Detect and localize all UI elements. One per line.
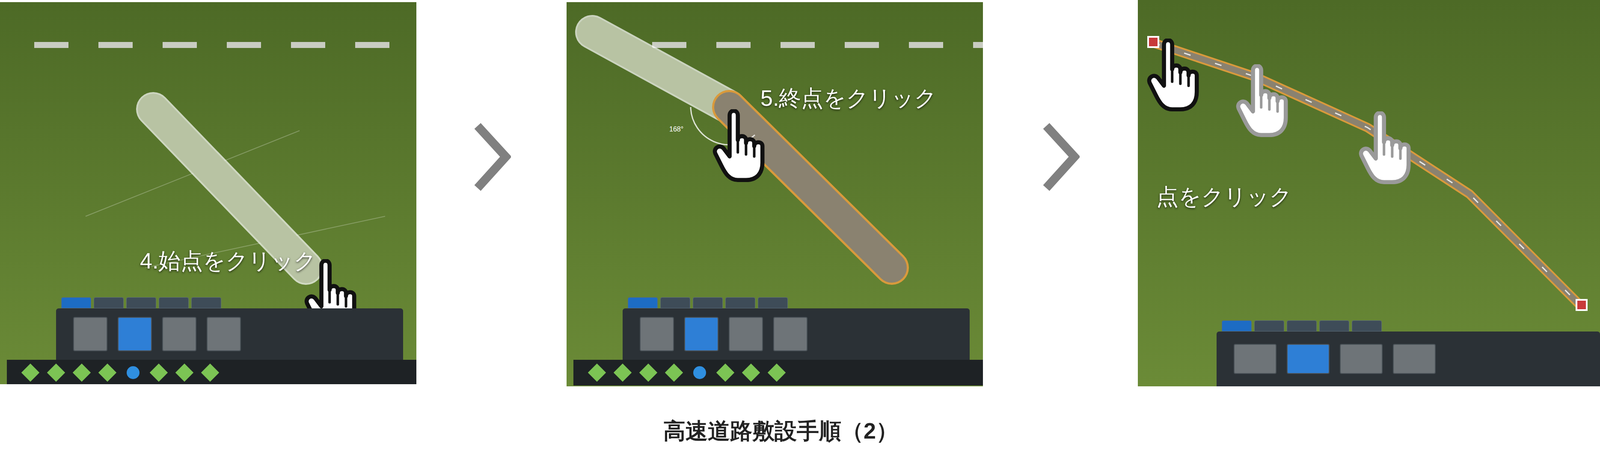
road-type-thumbnail[interactable] (773, 316, 808, 351)
toolbar-panel (622, 308, 970, 360)
toolbar-tabs (622, 295, 970, 309)
road-type-thumbnail[interactable] (639, 316, 674, 351)
arrow-slot (416, 0, 567, 382)
tool-icon[interactable] (639, 363, 658, 382)
tool-icon[interactable] (690, 363, 709, 382)
pointing-hand-icon (1361, 112, 1409, 183)
caption: 高速道路敷設手順（2） (0, 413, 1600, 448)
toolbar-tab[interactable] (126, 296, 157, 309)
toolbar-tab[interactable] (158, 296, 189, 309)
toolbar-tab[interactable] (1319, 320, 1350, 332)
toolbar-tabs (1216, 318, 1600, 332)
tool-icon[interactable] (664, 363, 683, 382)
screenshot-panel: 4.始点をクリック (0, 2, 417, 384)
toolbar-tab[interactable] (61, 296, 92, 309)
toolbar-tab[interactable] (1254, 320, 1285, 332)
tool-icon[interactable] (175, 363, 194, 382)
toolbar-panel (1216, 331, 1600, 386)
tool-icon[interactable] (613, 363, 632, 382)
road-toolbar (622, 295, 970, 386)
road-toolbar (56, 295, 404, 384)
road-type-thumbnail[interactable] (1392, 343, 1436, 374)
road-type-thumbnail[interactable] (728, 316, 763, 351)
tool-icon[interactable] (149, 363, 168, 382)
road-toolbar (1216, 318, 1600, 386)
steps-row: 4.始点をクリック 168° 5.終点をクリック点をクリック (0, 0, 1600, 386)
toolbar-tab[interactable] (1351, 320, 1382, 332)
screenshot-panel: 168° 5.終点をクリック (566, 2, 983, 386)
road-type-thumbnail[interactable] (684, 316, 719, 351)
bottom-bar (573, 359, 983, 386)
pointing-hand-icon (715, 110, 763, 181)
road-type-thumbnail[interactable] (206, 316, 241, 351)
tool-icon[interactable] (716, 363, 735, 382)
tool-icon[interactable] (201, 363, 220, 382)
toolbar-tab[interactable] (627, 296, 658, 309)
toolbar-tabs (56, 295, 404, 309)
road-type-thumbnail[interactable] (1339, 343, 1383, 374)
step-label: 点をクリック (1156, 179, 1292, 214)
step-label: 4.始点をクリック (139, 243, 317, 278)
toolbar-tab[interactable] (692, 296, 723, 309)
tool-icon[interactable] (124, 363, 143, 382)
road-type-thumbnail[interactable] (162, 316, 197, 351)
screenshot-panel: 点をクリック (1137, 0, 1600, 386)
figure: 4.始点をクリック 168° 5.終点をクリック点をクリック高速道路敷設手順（2） (0, 0, 1600, 463)
toolbar-tab[interactable] (725, 296, 756, 309)
toolbar-tab[interactable] (660, 296, 691, 309)
tool-icon[interactable] (587, 363, 606, 382)
step-label: 5.終点をクリック (760, 81, 937, 115)
road-type-thumbnail[interactable] (73, 316, 108, 351)
start-marker-icon (1148, 36, 1159, 48)
next-arrow-icon (472, 121, 511, 193)
bottom-bar (6, 359, 417, 384)
tool-icon[interactable] (72, 363, 91, 382)
toolbar-tab[interactable] (93, 296, 124, 309)
toolbar-tab[interactable] (1221, 320, 1252, 332)
toolbar-tab[interactable] (191, 296, 222, 309)
arrow-slot (982, 0, 1138, 382)
road-type-thumbnail[interactable] (1286, 343, 1330, 374)
tool-icon[interactable] (47, 363, 66, 382)
end-marker-icon (1576, 299, 1587, 310)
angle-label: 168° (669, 124, 684, 135)
tool-icon[interactable] (21, 363, 40, 382)
next-arrow-icon (1041, 121, 1080, 193)
tool-icon[interactable] (767, 363, 786, 382)
tool-icon[interactable] (98, 363, 117, 382)
pointing-hand-icon (1149, 40, 1197, 110)
road-type-thumbnail[interactable] (117, 316, 152, 351)
road-type-thumbnail[interactable] (1233, 343, 1277, 374)
tool-icon[interactable] (742, 363, 760, 382)
toolbar-panel (56, 308, 404, 360)
pointing-hand-icon (1238, 65, 1286, 136)
toolbar-tab[interactable] (757, 296, 788, 309)
toolbar-tab[interactable] (1286, 320, 1317, 332)
